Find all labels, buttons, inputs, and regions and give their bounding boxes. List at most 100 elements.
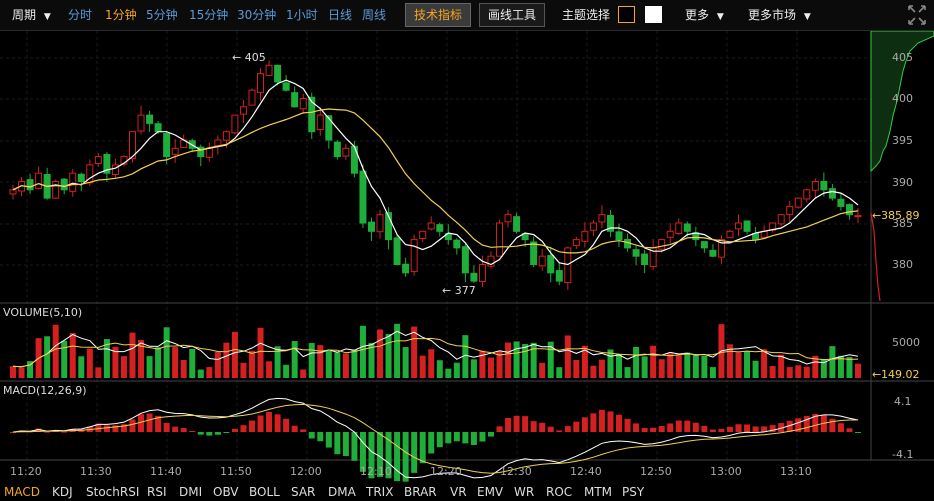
period-15min[interactable]: 15分钟 (189, 0, 228, 30)
tab-sar[interactable]: SAR (291, 484, 315, 500)
period-30min[interactable]: 30分钟 (237, 0, 276, 30)
volume-bar (795, 365, 802, 378)
macd-bar (726, 426, 733, 432)
macd-bar (624, 418, 631, 432)
macd-bar (667, 423, 674, 432)
volume-bar (556, 367, 563, 378)
tab-brar[interactable]: BRAR (404, 484, 437, 500)
period-weekly[interactable]: 周线 (362, 0, 386, 30)
tab-roc[interactable]: ROC (546, 484, 572, 500)
theme-light-swatch[interactable] (645, 6, 662, 23)
macd-bar (103, 425, 110, 432)
candle-body (248, 89, 256, 106)
candle-body (376, 214, 384, 233)
volume-bar (385, 334, 392, 378)
macd-bar (846, 428, 853, 432)
period-1hour[interactable]: 1小时 (286, 0, 318, 30)
volume-bar (470, 359, 477, 378)
tab-trix[interactable]: TRIX (366, 484, 393, 500)
volume-bar (120, 356, 127, 378)
fullscreen-icon[interactable] (906, 3, 928, 27)
volume-bar (283, 364, 290, 378)
macd-bar (547, 426, 554, 432)
candle-body (427, 222, 435, 230)
low-value: 377 (455, 284, 476, 297)
candle-body (342, 147, 350, 157)
volume-bar (522, 344, 529, 378)
tab-stochrsi[interactable]: StochRSI (86, 484, 139, 500)
candle-body (154, 123, 162, 133)
volume-bar (598, 359, 605, 378)
macd-bar (855, 432, 861, 433)
tab-wr[interactable]: WR (514, 484, 534, 500)
macd-bar (436, 432, 443, 448)
macd-axis-top: 4.1 (894, 395, 912, 408)
volume-bar (317, 345, 324, 378)
volume-bar (95, 367, 102, 378)
macd-bar (351, 432, 358, 461)
more-markets-menu[interactable]: 更多市场 ▼ (748, 0, 811, 30)
candle-body (820, 180, 828, 191)
tech-indicator-button[interactable]: 技术指标 (405, 3, 472, 27)
macd-bar (240, 425, 247, 432)
volume-bar (855, 363, 861, 378)
chevron-down-icon: ▼ (43, 12, 51, 22)
volume-bar (334, 352, 341, 378)
candle-body (658, 239, 666, 250)
tab-psy[interactable]: PSY (622, 484, 644, 500)
candle-body (410, 239, 418, 272)
candle-body (709, 249, 717, 257)
tab-kdj[interactable]: KDJ (52, 484, 73, 500)
volume-bar (78, 356, 85, 378)
tab-dma[interactable]: DMA (328, 484, 356, 500)
candle-body (222, 131, 230, 141)
chart-area[interactable]: 405 400 395 390 385 380 ← 385.89 ← 405 ←… (0, 31, 934, 482)
high-value: 405 (245, 51, 266, 64)
tab-mtm[interactable]: MTM (584, 484, 612, 500)
candle-body (436, 224, 444, 232)
volume-bar (291, 341, 298, 378)
macd-bar (428, 432, 435, 454)
volume-bar (129, 332, 136, 378)
volume-bar (513, 341, 520, 378)
time-tick: 12:10 (360, 465, 392, 478)
price-tick: 395 (892, 134, 913, 147)
volume-bar (325, 350, 332, 378)
macd-bar (735, 424, 742, 432)
cycle-selector[interactable]: 周期 ▼ (12, 0, 51, 30)
macd-bar (633, 423, 640, 432)
candle-body (496, 222, 504, 257)
macd-bar (607, 411, 614, 432)
more-markets-label: 更多市场 (748, 8, 797, 22)
macd-bar (180, 428, 187, 432)
time-tick: 12:20 (430, 465, 462, 478)
macd-bar (300, 429, 307, 432)
volume-bar (744, 351, 751, 378)
theme-dark-swatch[interactable] (618, 6, 635, 23)
time-tick: 11:50 (220, 465, 252, 478)
tab-emv[interactable]: EMV (477, 484, 503, 500)
volume-bar (650, 345, 657, 378)
tab-obv[interactable]: OBV (213, 484, 239, 500)
macd-bar (231, 428, 238, 432)
more-menu[interactable]: 更多 ▼ (685, 0, 724, 30)
macd-bar (581, 417, 588, 432)
period-daily[interactable]: 日线 (328, 0, 352, 30)
period-5min[interactable]: 5分钟 (146, 0, 178, 30)
tab-vr[interactable]: VR (450, 484, 467, 500)
macd-bar (496, 426, 503, 432)
candle-body (700, 241, 708, 249)
tab-dmi[interactable]: DMI (179, 484, 202, 500)
candle-body (632, 249, 640, 257)
tab-rsi[interactable]: RSI (147, 484, 167, 500)
draw-tools-button[interactable]: 画线工具 (479, 3, 546, 27)
candle-body (777, 214, 785, 225)
tab-macd[interactable]: MACD (4, 484, 40, 500)
tab-boll[interactable]: BOLL (249, 484, 280, 500)
period-1min[interactable]: 1分钟 (105, 0, 137, 30)
volume-bar (419, 355, 426, 378)
volume-bar (172, 347, 179, 378)
period-time-sharing[interactable]: 分时 (68, 0, 92, 30)
volume-bar (214, 351, 221, 378)
candle-body (581, 230, 589, 242)
